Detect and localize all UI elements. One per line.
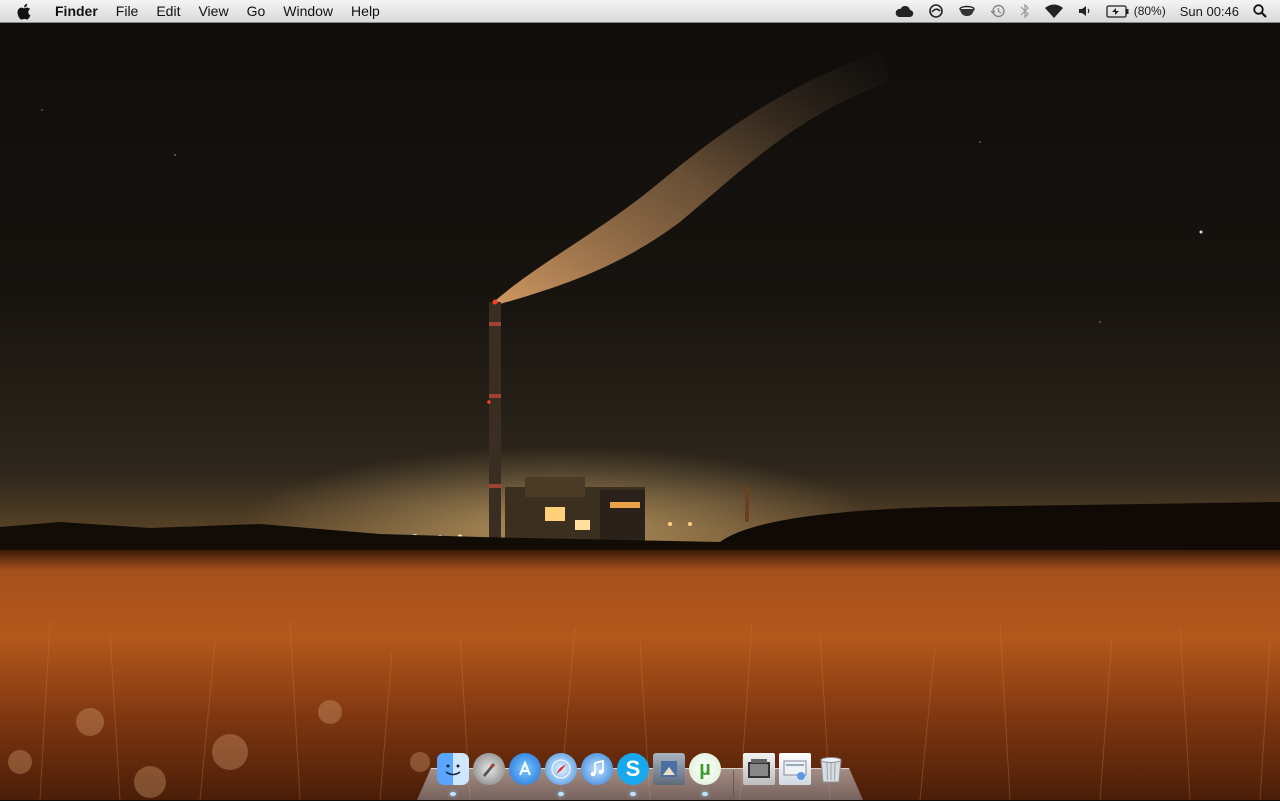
- volume-icon[interactable]: [1071, 0, 1099, 22]
- battery-status[interactable]: (80%): [1099, 0, 1173, 22]
- menu-window[interactable]: Window: [274, 0, 342, 22]
- finder-icon[interactable]: [437, 753, 469, 785]
- dock-separator: [733, 770, 734, 798]
- menu-go[interactable]: Go: [238, 0, 275, 22]
- spotlight-search-icon[interactable]: [1246, 0, 1274, 22]
- itunes-note-icon[interactable]: [581, 753, 613, 785]
- menu-view[interactable]: View: [189, 0, 237, 22]
- preview-icon[interactable]: [653, 753, 685, 785]
- menu-file[interactable]: File: [107, 0, 148, 22]
- menu-app-finder[interactable]: Finder: [46, 0, 107, 22]
- bluetooth-icon[interactable]: [1013, 0, 1037, 22]
- wifi-icon[interactable]: [1037, 0, 1071, 22]
- icloud-icon[interactable]: [887, 0, 921, 22]
- safari-compass-icon[interactable]: [545, 753, 577, 785]
- downloads-stack-icon[interactable]: [779, 753, 811, 785]
- desktop-wallpaper: [0, 22, 1280, 800]
- battery-icon: [1106, 4, 1129, 18]
- menu-edit[interactable]: Edit: [147, 0, 189, 22]
- trash-icon[interactable]: [815, 753, 847, 785]
- apple-menu-icon[interactable]: [0, 0, 46, 22]
- menu-bar: Finder File Edit View Go Window Help (80…: [0, 0, 1280, 23]
- app-store-icon[interactable]: [509, 753, 541, 785]
- launchpad-rocket-icon[interactable]: [473, 753, 505, 785]
- documents-stack-icon[interactable]: [743, 753, 775, 785]
- skype-icon[interactable]: S: [617, 753, 649, 785]
- utorrent-icon[interactable]: µ: [689, 753, 721, 785]
- coffee-cup-icon[interactable]: [951, 0, 983, 22]
- sync-icon[interactable]: [921, 0, 951, 22]
- skype-running-indicator: [630, 792, 636, 796]
- dock: S µ: [417, 748, 863, 800]
- battery-percent: (80%): [1133, 4, 1166, 18]
- clock[interactable]: Sun 00:46: [1173, 0, 1246, 22]
- time-machine-icon[interactable]: [983, 0, 1013, 22]
- utorrent-running-indicator: [702, 792, 708, 796]
- menu-help[interactable]: Help: [342, 0, 389, 22]
- safari-running-indicator: [558, 792, 564, 796]
- finder-running-indicator: [450, 792, 456, 796]
